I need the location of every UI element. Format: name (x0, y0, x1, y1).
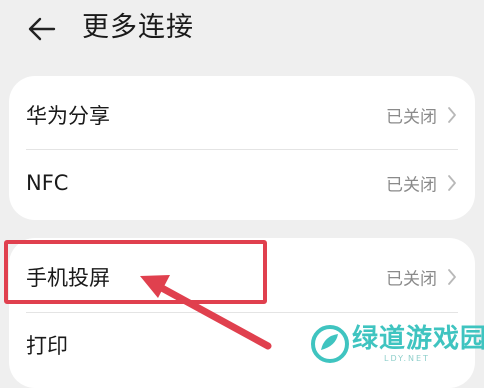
row-nfc[interactable]: NFC 已关闭 (9, 148, 475, 218)
back-arrow-icon[interactable] (26, 14, 56, 44)
watermark-text: 绿道游戏园 (352, 324, 484, 354)
row-label-nfc: NFC (26, 171, 69, 195)
watermark-logo-icon (311, 325, 349, 363)
row-status-screen-projection: 已关闭 (386, 269, 437, 290)
page-title: 更多连接 (82, 12, 194, 43)
row-huawei-share[interactable]: 华为分享 已关闭 (9, 80, 475, 150)
row-label-print: 打印 (26, 334, 68, 358)
top-bar: 更多连接 (0, 0, 484, 62)
chevron-right-icon (448, 175, 456, 191)
row-status-huawei-share: 已关闭 (386, 107, 437, 128)
row-status-nfc: 已关闭 (386, 175, 437, 196)
chevron-right-icon (448, 107, 456, 123)
settings-group-sharing: 华为分享 已关闭 NFC 已关闭 (9, 76, 475, 220)
highlight-box (4, 240, 267, 304)
watermark-subtext: LDY.NET (384, 354, 430, 363)
row-label-huawei-share: 华为分享 (26, 104, 110, 128)
watermark: 绿道游戏园 LDY.NET (308, 322, 484, 370)
chevron-right-icon (448, 269, 456, 285)
